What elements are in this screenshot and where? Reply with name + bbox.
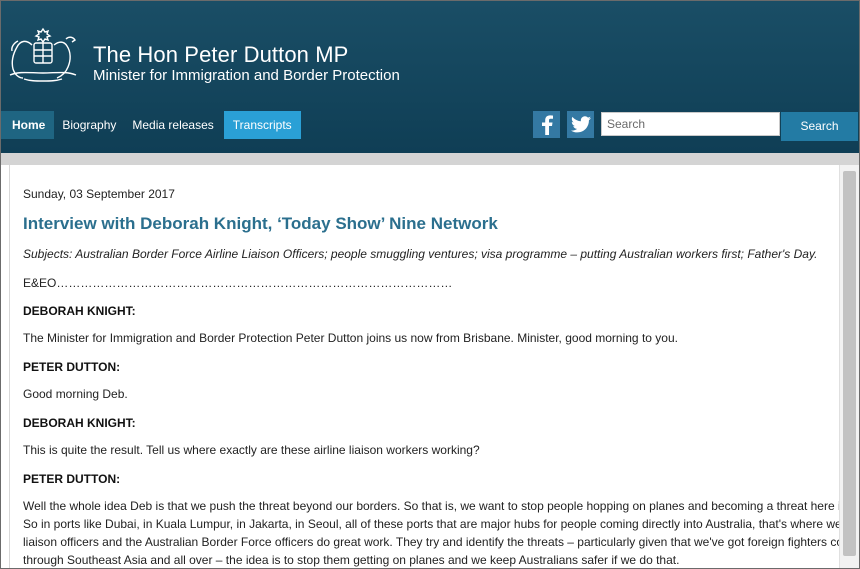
transcript-paragraph: Well the whole idea Deb is that we push … <box>23 497 841 568</box>
main-nav: Home Biography Media releases Transcript… <box>1 111 301 139</box>
article-eeo: E&EO……………………………………………………………………………………… <box>23 276 453 290</box>
article-date: Sunday, 03 September 2017 <box>23 187 175 201</box>
speaker-label: PETER DUTTON: <box>23 472 121 486</box>
header-divider <box>1 153 859 165</box>
article-content: Sunday, 03 September 2017 Interview with… <box>9 165 841 568</box>
transcript-line: liaison officers and the Australian Bord… <box>23 535 841 549</box>
nav-media-releases[interactable]: Media releases <box>124 111 221 139</box>
browser-page: The Hon Peter Dutton MP Minister for Imm… <box>0 0 860 569</box>
site-title[interactable]: The Hon Peter Dutton MP <box>93 42 348 68</box>
nav-biography[interactable]: Biography <box>54 111 124 139</box>
site-subtitle: Minister for Immigration and Border Prot… <box>93 67 400 84</box>
twitter-icon <box>570 116 591 133</box>
nav-transcripts[interactable]: Transcripts <box>223 111 301 139</box>
search-button[interactable]: Search <box>781 112 858 141</box>
transcript-paragraph: The Minister for Immigration and Border … <box>23 331 678 345</box>
search-input[interactable] <box>601 112 780 136</box>
nav-home[interactable]: Home <box>1 111 55 139</box>
twitter-button[interactable] <box>567 111 594 138</box>
speaker-label: PETER DUTTON: <box>23 360 121 374</box>
speaker-label: DEBORAH KNIGHT: <box>23 416 136 430</box>
transcript-line: through Southeast Asia and all over – th… <box>23 553 680 567</box>
transcript-paragraph: Good morning Deb. <box>23 387 128 401</box>
transcript-paragraph: This is quite the result. Tell us where … <box>23 443 480 457</box>
transcript-line: So in ports like Dubai, in Kuala Lumpur,… <box>23 517 841 531</box>
commonwealth-crest-icon <box>9 27 77 82</box>
site-header: The Hon Peter Dutton MP Minister for Imm… <box>1 1 859 153</box>
scrollbar-thumb[interactable] <box>843 171 856 556</box>
article-subjects: Subjects: Australian Border Force Airlin… <box>23 247 818 261</box>
page-scrollbar[interactable] <box>839 165 859 568</box>
article-headline: Interview with Deborah Knight, ‘Today Sh… <box>23 214 498 233</box>
transcript-line: Well the whole idea Deb is that we push … <box>23 499 841 513</box>
facebook-icon <box>541 114 553 135</box>
speaker-label: DEBORAH KNIGHT: <box>23 304 136 318</box>
facebook-button[interactable] <box>533 111 560 138</box>
